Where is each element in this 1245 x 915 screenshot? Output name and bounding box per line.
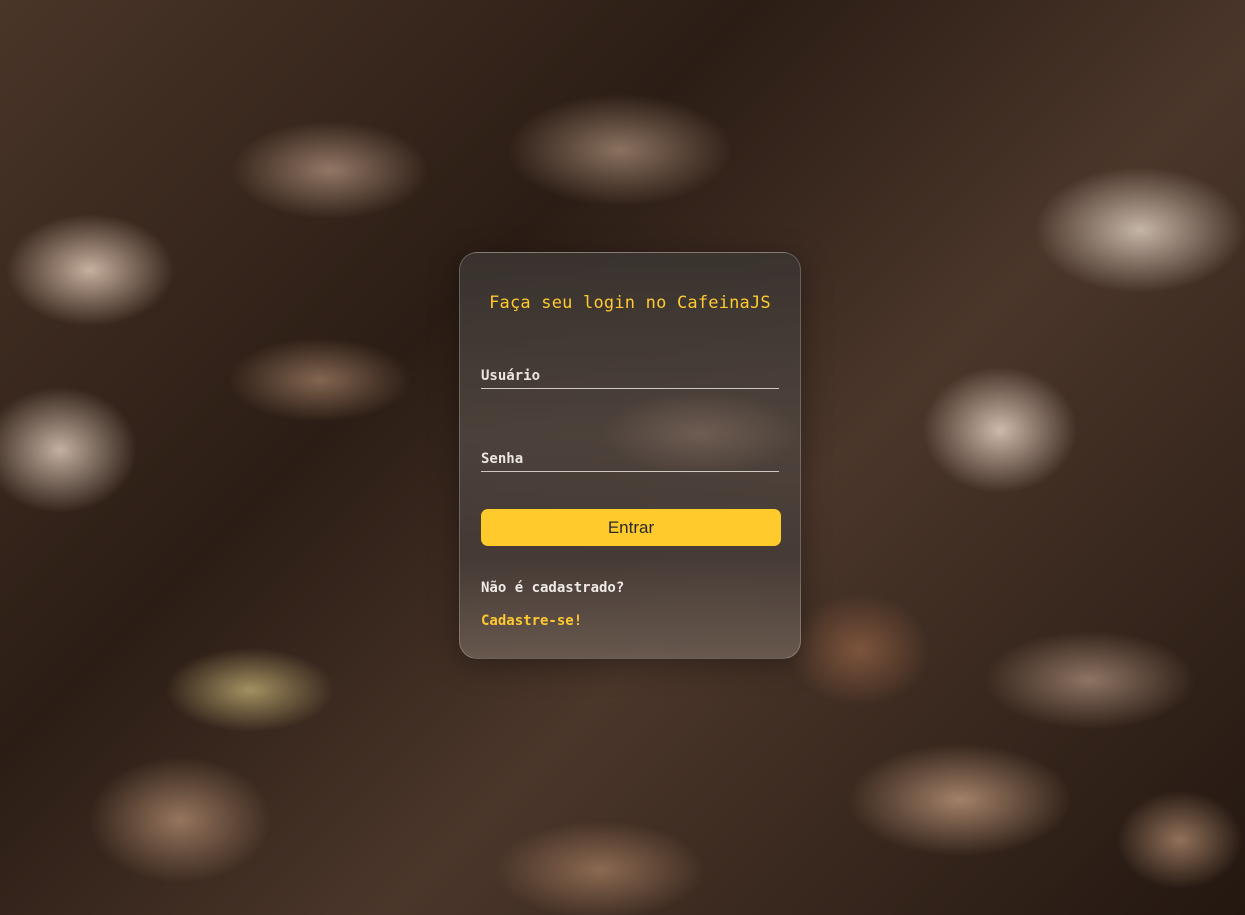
username-input[interactable] [481,358,779,388]
signup-link[interactable]: Cadastre-se! [481,613,582,629]
signup-prompt: Não é cadastrado? [481,580,625,596]
username-field-wrapper [481,358,779,389]
login-title: Faça seu login no CafeinaJS [489,293,771,313]
login-card: Faça seu login no CafeinaJS Entrar Não é… [459,252,801,659]
login-button[interactable]: Entrar [481,509,781,546]
password-field-wrapper [481,441,779,472]
password-input[interactable] [481,441,779,471]
